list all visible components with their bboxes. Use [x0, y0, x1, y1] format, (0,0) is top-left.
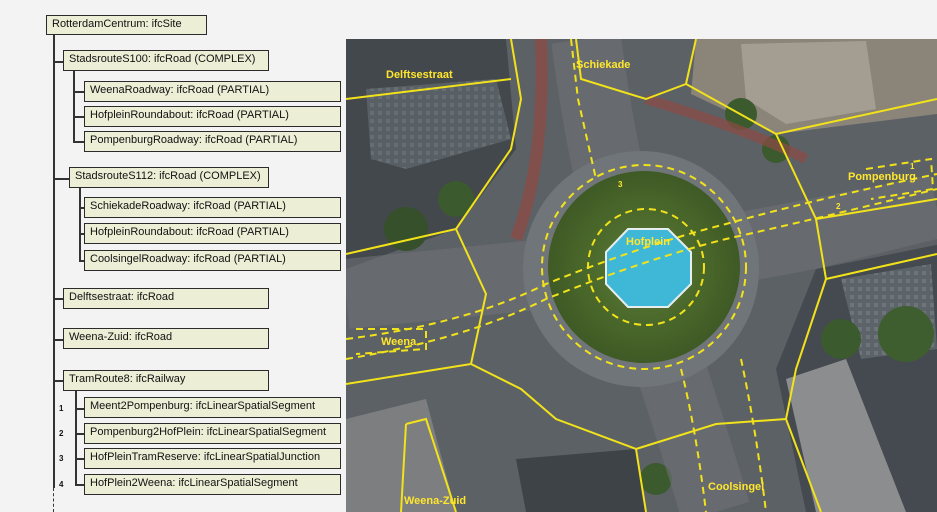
tram-segment-number: 4 [59, 480, 64, 489]
trunk-s112 [79, 187, 81, 260]
trunk-tram [75, 389, 77, 484]
root-node: RotterdamCentrum: ifcSite [46, 15, 207, 35]
connector-hofplein-roundabout-1 [73, 116, 84, 118]
map-segment-number: 3 [618, 180, 623, 189]
tree-trunk-continuation [53, 488, 54, 512]
connector-weena-zuid [53, 339, 63, 341]
map-label-weena-zuid: Weena-Zuid [404, 495, 466, 507]
connector-tram [53, 380, 63, 382]
tram-segment-number: 3 [59, 454, 64, 463]
connector-tram-2 [75, 433, 84, 435]
connector-s100 [53, 61, 63, 63]
connector-tram-3 [75, 458, 84, 460]
map-label-delftsestraat: Delftsestraat [386, 69, 453, 81]
tree [878, 306, 934, 362]
tram-route-node: TramRoute8: ifcRailway [63, 370, 269, 391]
tram-segment-node: HofPlein2Weena: ifcLinearSpatialSegment [84, 474, 341, 495]
map-label-hofplein: Hofplein [626, 236, 670, 248]
delftsestraat-node: Delftsestraat: ifcRoad [63, 288, 269, 309]
map-label-coolsingel: Coolsingel [708, 481, 764, 493]
map-segment-number: 2 [836, 202, 841, 211]
map-label-pompenburg: Pompenburg [848, 171, 916, 183]
tree-trunk-root [53, 35, 55, 488]
weena-zuid-node: Weena-Zuid: ifcRoad [63, 328, 269, 349]
map-label-weena: Weena [381, 336, 417, 348]
trunk-s100 [73, 70, 75, 141]
hofplein-roundabout-node-1: HofpleinRoundabout: ifcRoad (PARTIAL) [84, 106, 341, 127]
weena-roadway-node: WeenaRoadway: ifcRoad (PARTIAL) [84, 81, 341, 102]
connector-weena-roadway [73, 91, 84, 93]
tram-segment-node: Pompenburg2HofPlein: ifcLinearSpatialSeg… [84, 423, 341, 444]
connector-delftsestraat [53, 298, 63, 300]
map-label-schiekade: Schiekade [576, 59, 630, 71]
s100-node: StadsrouteS100: ifcRoad (COMPLEX) [63, 50, 269, 71]
coolsingel-roadway-node: CoolsingelRoadway: ifcRoad (PARTIAL) [84, 250, 341, 271]
tram-junction-node: HofPleinTramReserve: ifcLinearSpatialJun… [84, 448, 341, 469]
building-block-south [516, 449, 646, 512]
tree [821, 319, 861, 359]
schiekade-roadway-node: SchiekadeRoadway: ifcRoad (PARTIAL) [84, 197, 341, 218]
pompenburg-roadway-node: PompenburgRoadway: ifcRoad (PARTIAL) [84, 131, 341, 152]
connector-tram-1 [75, 408, 84, 410]
tram-segment-number: 2 [59, 429, 64, 438]
map-segment-number: 1 [910, 162, 915, 171]
tram-segment-number: 1 [59, 404, 64, 413]
tram-segment-node: Meent2Pompenburg: ifcLinearSpatialSegmen… [84, 397, 341, 418]
connector-s112 [53, 178, 69, 180]
connector-tram-4 [75, 484, 84, 486]
connector-pompenburg-roadway [73, 141, 84, 143]
aerial-map: Delftsestraat Schiekade Pompenburg Hofpl… [346, 39, 937, 512]
s112-node: StadsrouteS112: ifcRoad (COMPLEX) [69, 167, 269, 188]
hofplein-roundabout-node-2: HofpleinRoundabout: ifcRoad (PARTIAL) [84, 223, 341, 244]
